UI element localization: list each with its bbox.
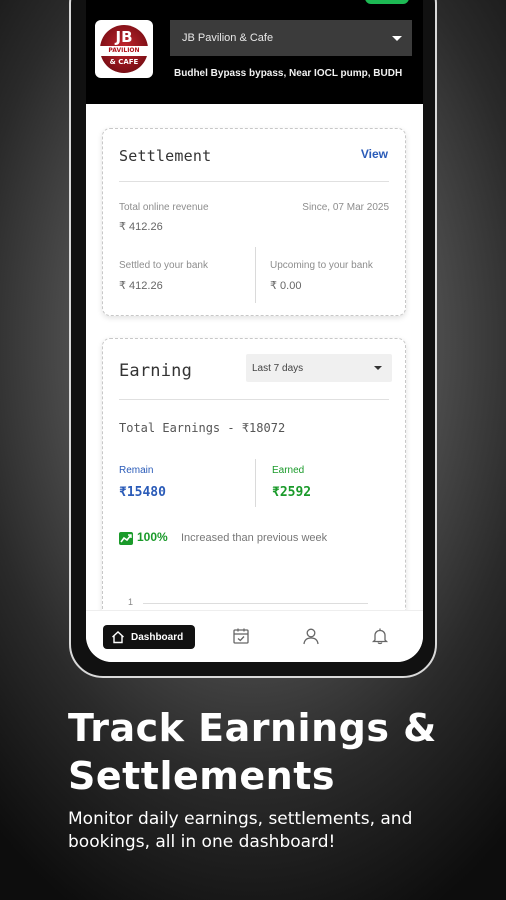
vertical-divider — [255, 247, 256, 303]
venue-dropdown-value: JB Pavilion & Cafe — [182, 32, 274, 44]
trending-up-icon — [119, 532, 133, 545]
settled-value: ₹ 412.26 — [119, 280, 163, 292]
vertical-divider — [255, 459, 256, 507]
logo-top-text: JB — [115, 28, 133, 46]
divider — [119, 181, 389, 182]
remain-value: ₹15480 — [119, 485, 166, 500]
since-date: Since, 07 Mar 2025 — [302, 202, 389, 213]
total-online-revenue-value: ₹ 412.26 — [119, 221, 163, 233]
app-header: JB PAVILION & CAFE JB Pavilion & Cafe Bu… — [86, 0, 423, 104]
bottom-navigation: Dashboard — [86, 610, 423, 662]
trend-percentage: 100% — [137, 530, 168, 544]
settlement-card: Settlement View Total online revenue Sin… — [102, 128, 406, 316]
chevron-down-icon — [392, 36, 402, 41]
earning-card: Earning Last 7 days Total Earnings - ₹18… — [102, 338, 406, 638]
promo-subtitle: Monitor daily earnings, settlements, and… — [68, 809, 413, 852]
total-earnings: Total Earnings - ₹18072 — [119, 421, 286, 435]
total-online-revenue-label: Total online revenue — [119, 202, 209, 213]
chart-y-tick: 1 — [128, 597, 134, 607]
earned-label: Earned — [272, 465, 305, 476]
earning-title: Earning — [119, 361, 193, 381]
upcoming-value: ₹ 0.00 — [270, 280, 302, 292]
settlement-view-link[interactable]: View — [361, 147, 388, 161]
divider — [119, 399, 389, 400]
range-dropdown-value: Last 7 days — [252, 362, 304, 374]
venue-address: Budhel Bypass bypass, Near IOCL pump, BU… — [174, 68, 403, 79]
logo-band-text: PAVILION — [98, 46, 150, 56]
nav-dashboard[interactable]: Dashboard — [103, 625, 195, 649]
promo-headline-line1: Track Earnings & — [68, 706, 437, 750]
nav-dashboard-label: Dashboard — [131, 632, 184, 643]
calendar-check-icon[interactable] — [232, 627, 250, 645]
upcoming-label: Upcoming to your bank — [270, 260, 373, 271]
trend-description: Increased than previous week — [181, 532, 328, 544]
chart-gridline — [143, 603, 368, 604]
venue-dropdown[interactable]: JB Pavilion & Cafe — [170, 20, 412, 56]
logo-bottom-text: & CAFE — [109, 58, 139, 66]
settled-label: Settled to your bank — [119, 260, 208, 271]
app-screen: JB PAVILION & CAFE JB Pavilion & Cafe Bu… — [86, 0, 423, 662]
range-dropdown[interactable]: Last 7 days — [246, 354, 392, 382]
remain-label: Remain — [119, 465, 154, 476]
user-icon[interactable] — [302, 627, 320, 645]
bell-icon[interactable] — [371, 627, 389, 645]
chevron-down-icon — [374, 366, 382, 370]
promo-headline: Track Earnings & Settlements — [68, 704, 437, 800]
home-icon — [112, 631, 124, 644]
venue-logo: JB PAVILION & CAFE — [95, 20, 153, 78]
earned-value: ₹2592 — [272, 485, 312, 500]
promo-headline-line2: Settlements — [68, 754, 335, 798]
logo-emblem: JB PAVILION & CAFE — [98, 25, 150, 73]
settlement-title: Settlement — [119, 147, 212, 165]
status-pill — [365, 0, 409, 4]
